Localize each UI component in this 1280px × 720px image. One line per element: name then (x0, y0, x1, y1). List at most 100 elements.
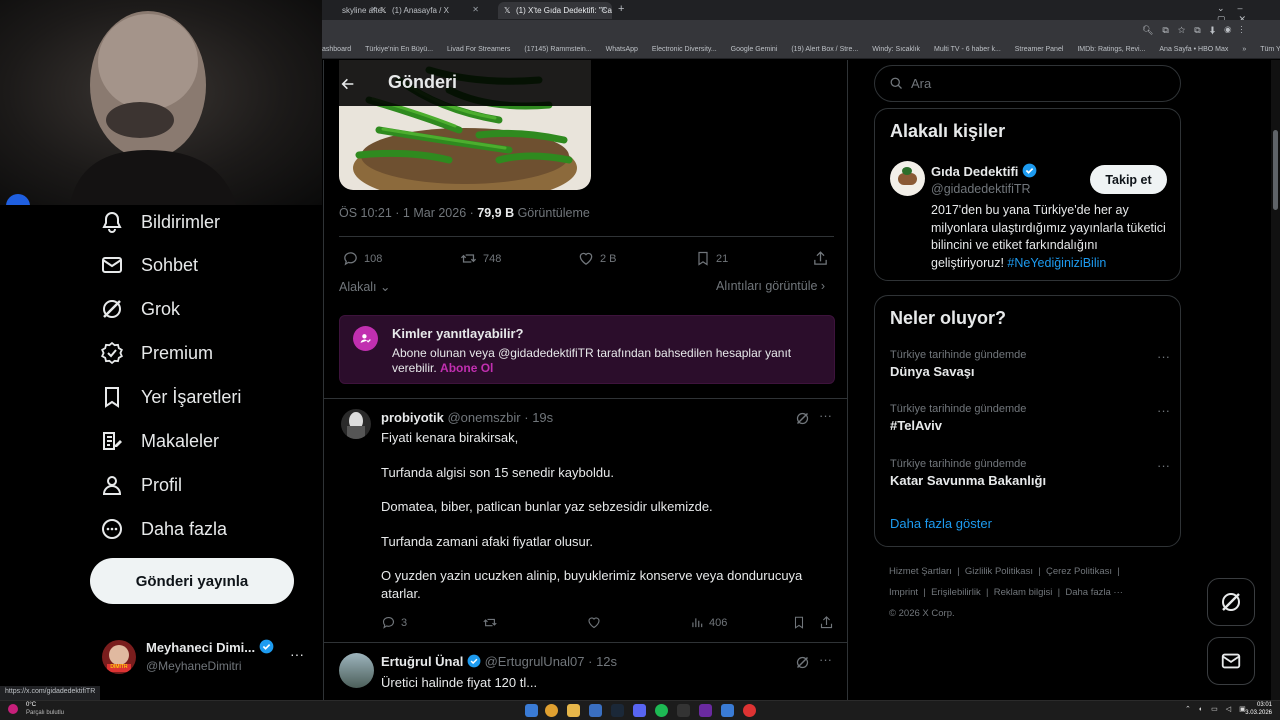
close-tab-icon[interactable]: ✕ (600, 5, 607, 14)
author-handle[interactable]: @onemszbir (447, 410, 520, 425)
nav-profile[interactable]: Profil (100, 467, 182, 503)
post-button[interactable]: Gönderi yayınla (90, 558, 294, 604)
reply-button[interactable]: 3 (381, 615, 407, 630)
nav-premium[interactable]: Premium (100, 335, 213, 371)
bookmark[interactable]: WhatsApp (606, 41, 638, 58)
related-bio: 2017'den bu yana Türkiye'de her ay milyo… (931, 203, 1166, 270)
grok-fab[interactable] (1207, 578, 1255, 626)
bookmark[interactable]: Google Gemini (731, 41, 778, 58)
spotify-icon[interactable] (655, 704, 668, 717)
avatar[interactable] (339, 653, 374, 688)
reply-tweet[interactable]: probiyotik @onemszbir · 19s ··· Fiyati k… (324, 399, 847, 641)
folder-icon[interactable] (567, 704, 580, 717)
trend-item[interactable]: Türkiye tarihinde gündemde Katar Savunma… (890, 458, 1170, 488)
discord-icon[interactable] (633, 704, 646, 717)
bookmark-icon[interactable] (792, 615, 806, 630)
nav-more[interactable]: Daha fazla (100, 511, 227, 547)
repost-icon[interactable] (482, 615, 498, 630)
clock-date[interactable]: 3.03.2026 (1238, 710, 1272, 716)
like-button[interactable]: 2 B (577, 250, 617, 267)
more-dots-icon[interactable]: ··· (819, 652, 832, 667)
footer-link[interactable]: Imprint (889, 587, 918, 598)
weather-icon[interactable] (8, 704, 18, 714)
all-bookmarks[interactable]: Tüm Yer İşaretleri (1260, 41, 1280, 58)
more-dots-icon[interactable]: ··· (290, 646, 304, 662)
reply-tweet[interactable]: Ertuğrul Ünal @ErtugrulUnal07 · 12s ··· … (324, 643, 847, 700)
browser-tab[interactable]: 𝕏 (1) Anasayfa / X ✕ (374, 2, 484, 19)
footer-link[interactable]: Çerez Politikası (1046, 566, 1112, 577)
steam-icon[interactable] (611, 704, 624, 717)
bookmark[interactable]: Windy: Sıcaklık (872, 41, 920, 58)
grok-icon[interactable] (795, 411, 810, 426)
share-icon[interactable] (812, 250, 829, 267)
footer-link[interactable]: Erişilebilirlik (931, 587, 981, 598)
scrollbar-thumb[interactable] (1273, 130, 1278, 210)
bio-hashtag[interactable]: #NeYediğiniziBilin (1007, 256, 1106, 270)
toolbar-icons[interactable]: 🔍︎⧉☆⧉⬇◉⋮ (1142, 25, 1252, 36)
clock-time[interactable]: 03:01 (1238, 702, 1272, 708)
author-handle[interactable]: @ErtugrulUnal07 (485, 654, 585, 669)
bookmark-button[interactable]: 21 (695, 250, 728, 267)
show-more-link[interactable]: Daha fazla göster (890, 516, 992, 531)
start-icon[interactable] (525, 704, 538, 717)
nav-grok[interactable]: Grok (100, 291, 180, 327)
bookmark[interactable]: Türkiye'nin En Büyü... (365, 41, 433, 58)
nav-articles[interactable]: Makaleler (100, 423, 219, 459)
avatar[interactable] (341, 409, 371, 439)
app-icon[interactable] (677, 704, 690, 717)
grok-icon[interactable] (795, 655, 810, 670)
x-logo-icon: 𝕏 (380, 6, 387, 15)
bookmark[interactable]: (17145) Rammstein... (524, 41, 591, 58)
avatar[interactable] (890, 161, 925, 196)
back-arrow-icon[interactable] (340, 76, 356, 92)
related-handle[interactable]: @gidadedektifiTR (931, 182, 1031, 196)
search-input[interactable]: Ara (874, 65, 1181, 102)
app-icon[interactable] (743, 704, 756, 717)
close-tab-icon[interactable]: ✕ (472, 5, 479, 14)
trend-item[interactable]: Türkiye tarihinde gündemde #TelAviv ··· (890, 403, 1170, 433)
new-tab-button[interactable]: + (618, 3, 624, 15)
bookmark[interactable]: Livad For Streamers (447, 41, 510, 58)
relevance-dropdown[interactable]: Alakalı ⌄ (339, 279, 390, 294)
bookmarks-overflow[interactable]: » (1242, 41, 1246, 58)
author-name[interactable]: probiyotik (381, 410, 444, 425)
browser-tab-active[interactable]: 𝕏 (1) X'te Gıda Dedektifi: "Carref ✕ (498, 2, 612, 19)
nav-chat[interactable]: Sohbet (100, 247, 198, 283)
footer-link[interactable]: Reklam bilgisi (994, 587, 1053, 598)
more-dots-icon[interactable]: ··· (819, 408, 832, 423)
more-dots-icon[interactable]: ··· (1157, 458, 1170, 473)
app-icon[interactable] (721, 704, 734, 717)
bookmark[interactable]: Electronic Diversity... (652, 41, 717, 58)
account-switcher[interactable]: DIMITR Meyhaneci Dimi... @MeyhaneDimitri… (100, 636, 320, 678)
reply-button[interactable]: 108 (342, 250, 382, 267)
footer-link[interactable]: Daha fazla ··· (1065, 587, 1123, 598)
trend-item[interactable]: Türkiye tarihinde gündemde Dünya Savaşı … (890, 349, 1170, 379)
heart-icon[interactable] (586, 615, 602, 630)
app-icon[interactable] (699, 704, 712, 717)
chrome-icon[interactable] (545, 704, 558, 717)
bookmark[interactable]: ashboard (322, 41, 351, 58)
bookmark[interactable]: Multi TV - 6 haber k... (934, 41, 1001, 58)
page-title: Gönderi (388, 72, 458, 92)
view-quotes-link[interactable]: Alıntıları görüntüle › (716, 279, 825, 293)
more-dots-icon[interactable]: ··· (1157, 403, 1170, 418)
app-icon[interactable] (589, 704, 602, 717)
share-icon[interactable] (819, 615, 834, 630)
nav-bookmarks[interactable]: Yer İşaretleri (100, 379, 241, 415)
more-dots-icon[interactable]: ··· (1157, 349, 1170, 364)
bookmark[interactable]: (19) Alert Box / Stre... (791, 41, 858, 58)
views-button[interactable]: 406 (690, 615, 727, 630)
author-name[interactable]: Ertuğrul Ünal (381, 654, 463, 669)
nav-notifications[interactable]: Bildirimler (100, 204, 220, 240)
bookmark[interactable]: Streamer Panel (1015, 41, 1064, 58)
bookmark[interactable]: IMDb: Ratings, Revi... (1077, 41, 1145, 58)
subscribe-link[interactable]: Abone Ol (440, 361, 493, 375)
footer-link[interactable]: Hizmet Şartları (889, 566, 952, 577)
bookmark[interactable]: Ana Sayfa • HBO Max (1159, 41, 1228, 58)
related-name[interactable]: Gıda Dedektifi (931, 163, 1037, 179)
follow-button[interactable]: Takip et (1090, 165, 1167, 194)
footer-link[interactable]: Gizlilik Politikası (965, 566, 1033, 577)
scrollbar[interactable] (1271, 60, 1280, 700)
messages-fab[interactable] (1207, 637, 1255, 685)
repost-button[interactable]: 748 (459, 250, 501, 267)
